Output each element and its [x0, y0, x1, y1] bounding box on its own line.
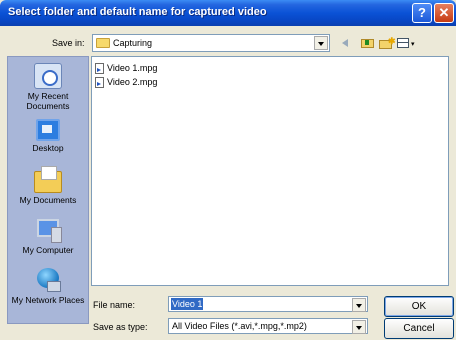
up-folder-icon[interactable] — [360, 36, 376, 50]
chevron-down-icon[interactable] — [352, 320, 366, 334]
chevron-down-icon[interactable] — [352, 298, 366, 312]
back-icon[interactable] — [340, 36, 356, 50]
save-as-type-value: All Video Files (*.avi,*.mpg,*.mp2) — [172, 321, 307, 331]
place-label: My Network Places — [11, 295, 85, 305]
desktop-icon — [36, 119, 60, 141]
cancel-button[interactable]: Cancel — [384, 318, 454, 339]
file-name-text: Video 2.mpg — [107, 77, 158, 87]
save-as-type-label: Save as type: — [93, 322, 148, 332]
my-documents-icon — [34, 166, 62, 193]
view-menu-icon[interactable]: ▾ — [396, 36, 416, 50]
place-recent-documents[interactable]: My Recent Documents — [8, 63, 88, 111]
place-label: My Computer — [22, 245, 74, 255]
place-label: My Documents — [19, 195, 77, 205]
my-computer-icon — [35, 217, 62, 243]
ok-button[interactable]: OK — [384, 296, 454, 317]
recent-documents-icon — [34, 63, 62, 89]
network-places-icon — [34, 267, 62, 293]
place-my-documents[interactable]: My Documents — [8, 166, 88, 205]
close-button[interactable]: ✕ — [434, 3, 454, 23]
file-name-combo[interactable] — [168, 296, 368, 312]
help-button[interactable]: ? — [412, 3, 432, 23]
place-network[interactable]: My Network Places — [8, 267, 88, 305]
place-my-computer[interactable]: My Computer — [8, 217, 88, 255]
file-name-text: Video 1.mpg — [107, 63, 158, 73]
file-list[interactable]: Video 1.mpg Video 2.mpg — [91, 56, 449, 286]
folder-icon — [96, 38, 110, 48]
window-title: Select folder and default name for captu… — [8, 6, 267, 18]
place-label: My Recent Documents — [26, 91, 70, 111]
save-in-label: Save in: — [52, 38, 85, 48]
save-in-dropdown[interactable]: Capturing — [92, 34, 330, 52]
title-bar[interactable]: Select folder and default name for captu… — [0, 0, 456, 26]
chevron-down-icon[interactable] — [314, 36, 328, 50]
video-file-icon — [95, 63, 104, 74]
file-name-input[interactable] — [170, 298, 354, 310]
video-file-icon — [95, 77, 104, 88]
save-as-type-dropdown[interactable]: All Video Files (*.avi,*.mpg,*.mp2) — [168, 318, 368, 334]
save-in-value: Capturing — [113, 38, 153, 48]
save-dialog: Select folder and default name for captu… — [0, 0, 456, 340]
place-desktop[interactable]: Desktop — [8, 119, 88, 153]
place-label: Desktop — [32, 143, 64, 153]
new-folder-icon[interactable]: ✱ — [378, 36, 396, 50]
places-bar: My Recent Documents Desktop My Documents… — [7, 56, 89, 324]
file-name-label: File name: — [93, 300, 136, 310]
